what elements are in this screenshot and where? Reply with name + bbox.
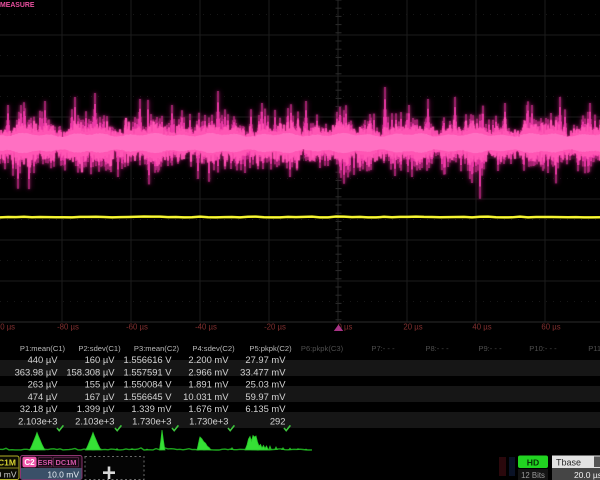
svg-text:10.031 mV: 10.031 mV: [183, 391, 229, 402]
svg-text:P5:pkpk(C2): P5:pkpk(C2): [249, 344, 292, 353]
svg-text:1.399 µV: 1.399 µV: [77, 403, 115, 414]
svg-text:P8:- - -: P8:- - -: [425, 344, 449, 353]
svg-text:167 µV: 167 µV: [85, 391, 116, 402]
svg-text:-100 µs: -100 µs: [0, 323, 15, 332]
svg-text:1.676 mV: 1.676 mV: [188, 403, 229, 414]
svg-text:292: 292: [270, 416, 286, 427]
svg-text:C2: C2: [24, 458, 35, 467]
svg-text:158.308 µV: 158.308 µV: [66, 366, 115, 377]
svg-text:1.550084 V: 1.550084 V: [124, 379, 173, 390]
svg-text:2.966 mV: 2.966 mV: [188, 366, 229, 377]
svg-text:1.730e+3: 1.730e+3: [132, 416, 171, 427]
svg-text:ESR: ESR: [38, 458, 54, 467]
svg-text:P6:pkpk(C3): P6:pkpk(C3): [301, 344, 344, 353]
svg-text:Tbase: Tbase: [556, 457, 581, 467]
svg-text:27.97 mV: 27.97 mV: [245, 354, 286, 365]
svg-text:60 µs: 60 µs: [541, 323, 560, 332]
svg-text:440 µV: 440 µV: [28, 354, 59, 365]
svg-text:P3:mean(C2): P3:mean(C2): [134, 344, 180, 353]
svg-text:10.0 mV: 10.0 mV: [47, 470, 79, 480]
svg-text:1.556645 V: 1.556645 V: [124, 391, 173, 402]
svg-text:2.103e+3: 2.103e+3: [75, 416, 114, 427]
svg-text:HD: HD: [527, 457, 539, 467]
svg-text:-40 µs: -40 µs: [195, 323, 217, 332]
svg-text:MEASURE: MEASURE: [0, 2, 35, 9]
svg-text:1.557591 V: 1.557591 V: [124, 366, 173, 377]
svg-text:10.0 mV: 10.0 mV: [0, 470, 17, 480]
svg-text:P4:sdev(C2): P4:sdev(C2): [192, 344, 235, 353]
svg-text:P11:-: P11:-: [588, 344, 600, 353]
svg-text:P10:- - -: P10:- - -: [529, 344, 557, 353]
svg-text:474 µV: 474 µV: [28, 391, 59, 402]
svg-text:1.339 mV: 1.339 mV: [131, 403, 172, 414]
svg-text:59.97 mV: 59.97 mV: [245, 391, 286, 402]
svg-text:155 µV: 155 µV: [85, 379, 116, 390]
svg-text:P9:- - -: P9:- - -: [478, 344, 502, 353]
svg-text:1.891 mV: 1.891 mV: [188, 379, 229, 390]
svg-text:40 µs: 40 µs: [472, 323, 491, 332]
svg-text:20 µs: 20 µs: [403, 323, 422, 332]
svg-text:-80 µs: -80 µs: [57, 323, 79, 332]
svg-text:20.0 µs: 20.0 µs: [574, 470, 600, 480]
svg-text:6.135 mV: 6.135 mV: [245, 403, 286, 414]
svg-text:P2:sdev(C1): P2:sdev(C1): [78, 344, 121, 353]
svg-text:DC1M: DC1M: [0, 458, 16, 468]
svg-text:2.103e+3: 2.103e+3: [18, 416, 57, 427]
svg-text:-60 µs: -60 µs: [126, 323, 148, 332]
svg-text:363.98 µV: 363.98 µV: [15, 366, 59, 377]
svg-text:33.477 mV: 33.477 mV: [240, 366, 286, 377]
svg-text:12 Bits: 12 Bits: [521, 471, 545, 480]
svg-text:263 µV: 263 µV: [28, 379, 59, 390]
svg-text:2.200 mV: 2.200 mV: [188, 354, 229, 365]
svg-text:1.730e+3: 1.730e+3: [189, 416, 228, 427]
svg-text:160 µV: 160 µV: [85, 354, 116, 365]
svg-text:-20 µs: -20 µs: [264, 323, 286, 332]
svg-text:P7:- - -: P7:- - -: [371, 344, 395, 353]
svg-text:32.18 µV: 32.18 µV: [20, 403, 58, 414]
svg-text:P1:mean(C1): P1:mean(C1): [20, 344, 66, 353]
svg-text:DC1M: DC1M: [56, 458, 77, 467]
svg-text:25.03 mV: 25.03 mV: [245, 379, 286, 390]
svg-text:1.556616 V: 1.556616 V: [124, 354, 173, 365]
